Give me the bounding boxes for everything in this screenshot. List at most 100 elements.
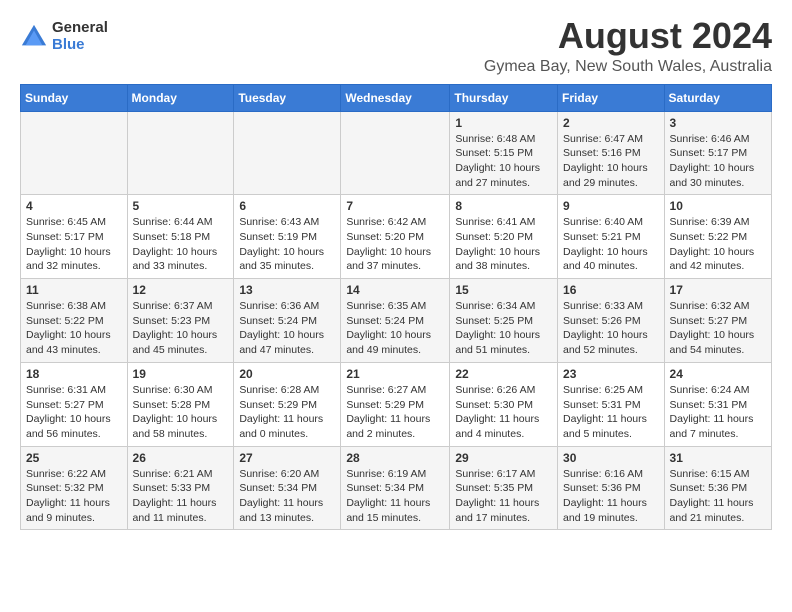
day-info: Sunrise: 6:35 AMSunset: 5:24 PMDaylight:… [346,299,444,358]
day-info: Sunrise: 6:45 AMSunset: 5:17 PMDaylight:… [26,215,122,274]
calendar-cell [21,111,128,195]
header-day-friday: Friday [558,84,665,111]
day-number: 6 [239,199,335,213]
calendar-cell: 2 Sunrise: 6:47 AMSunset: 5:16 PMDaylight… [558,111,665,195]
day-number: 11 [26,283,122,297]
header-day-thursday: Thursday [450,84,558,111]
day-info: Sunrise: 6:48 AMSunset: 5:15 PMDaylight:… [455,132,552,191]
day-number: 1 [455,116,552,130]
day-number: 8 [455,199,552,213]
day-info: Sunrise: 6:39 AMSunset: 5:22 PMDaylight:… [670,215,766,274]
calendar-cell: 10 Sunrise: 6:39 AMSunset: 5:22 PMDayligh… [664,195,771,279]
day-info: Sunrise: 6:26 AMSunset: 5:30 PMDaylight:… [455,383,552,442]
calendar-cell: 31 Sunrise: 6:15 AMSunset: 5:36 PMDayligh… [664,446,771,530]
header-day-saturday: Saturday [664,84,771,111]
day-number: 23 [563,367,659,381]
day-info: Sunrise: 6:21 AMSunset: 5:33 PMDaylight:… [133,467,229,526]
day-number: 2 [563,116,659,130]
calendar-cell: 28 Sunrise: 6:19 AMSunset: 5:34 PMDayligh… [341,446,450,530]
calendar-cell: 3Sunrise: 6:46 AMSunset: 5:17 PMDaylight… [664,111,771,195]
day-info: Sunrise: 6:16 AMSunset: 5:36 PMDaylight:… [563,467,659,526]
day-info: Sunrise: 6:33 AMSunset: 5:26 PMDaylight:… [563,299,659,358]
day-info: Sunrise: 6:42 AMSunset: 5:20 PMDaylight:… [346,215,444,274]
logo-blue-label: Blue [52,37,108,54]
calendar-subtitle: Gymea Bay, New South Wales, Australia [484,58,772,76]
day-number: 19 [133,367,229,381]
title-section: August 2024 Gymea Bay, New South Wales, … [484,16,772,76]
calendar-cell: 22 Sunrise: 6:26 AMSunset: 5:30 PMDayligh… [450,362,558,446]
day-number: 15 [455,283,552,297]
day-info: Sunrise: 6:36 AMSunset: 5:24 PMDaylight:… [239,299,335,358]
day-number: 17 [670,283,766,297]
calendar-cell: 24 Sunrise: 6:24 AMSunset: 5:31 PMDayligh… [664,362,771,446]
calendar-cell: 9 Sunrise: 6:40 AMSunset: 5:21 PMDaylight… [558,195,665,279]
calendar-cell: 17 Sunrise: 6:32 AMSunset: 5:27 PMDayligh… [664,279,771,363]
day-number: 9 [563,199,659,213]
day-info: Sunrise: 6:40 AMSunset: 5:21 PMDaylight:… [563,215,659,274]
day-info: Sunrise: 6:32 AMSunset: 5:27 PMDaylight:… [670,299,766,358]
calendar-cell: 6Sunrise: 6:43 AMSunset: 5:19 PMDaylight… [234,195,341,279]
day-number: 10 [670,199,766,213]
calendar-cell: 12 Sunrise: 6:37 AMSunset: 5:23 PMDayligh… [127,279,234,363]
day-number: 18 [26,367,122,381]
calendar-cell: 30 Sunrise: 6:16 AMSunset: 5:36 PMDayligh… [558,446,665,530]
day-number: 29 [455,451,552,465]
day-info: Sunrise: 6:15 AMSunset: 5:36 PMDaylight:… [670,467,766,526]
calendar-cell: 14 Sunrise: 6:35 AMSunset: 5:24 PMDayligh… [341,279,450,363]
day-info: Sunrise: 6:34 AMSunset: 5:25 PMDaylight:… [455,299,552,358]
day-info: Sunrise: 6:47 AMSunset: 5:16 PMDaylight:… [563,132,659,191]
calendar-cell: 8 Sunrise: 6:41 AMSunset: 5:20 PMDaylight… [450,195,558,279]
day-number: 25 [26,451,122,465]
calendar-cell: 18 Sunrise: 6:31 AMSunset: 5:27 PMDayligh… [21,362,128,446]
day-info: Sunrise: 6:37 AMSunset: 5:23 PMDaylight:… [133,299,229,358]
day-info: Sunrise: 6:38 AMSunset: 5:22 PMDaylight:… [26,299,122,358]
calendar-cell: 4Sunrise: 6:45 AMSunset: 5:17 PMDaylight… [21,195,128,279]
day-info: Sunrise: 6:20 AMSunset: 5:34 PMDaylight:… [239,467,335,526]
day-number: 14 [346,283,444,297]
header-day-sunday: Sunday [21,84,128,111]
calendar-cell [234,111,341,195]
day-number: 12 [133,283,229,297]
day-number: 31 [670,451,766,465]
calendar-cell: 7Sunrise: 6:42 AMSunset: 5:20 PMDaylight… [341,195,450,279]
header-day-tuesday: Tuesday [234,84,341,111]
logo-text: General Blue [52,20,108,53]
calendar-cell: 25 Sunrise: 6:22 AMSunset: 5:32 PMDayligh… [21,446,128,530]
week-row-5: 25 Sunrise: 6:22 AMSunset: 5:32 PMDayligh… [21,446,772,530]
day-number: 22 [455,367,552,381]
week-row-1: 1 Sunrise: 6:48 AMSunset: 5:15 PMDaylight… [21,111,772,195]
week-row-4: 18 Sunrise: 6:31 AMSunset: 5:27 PMDayligh… [21,362,772,446]
calendar-title: August 2024 [484,16,772,56]
logo-general-label: General [52,20,108,37]
calendar-cell: 15 Sunrise: 6:34 AMSunset: 5:25 PMDayligh… [450,279,558,363]
calendar-cell: 1 Sunrise: 6:48 AMSunset: 5:15 PMDaylight… [450,111,558,195]
day-info: Sunrise: 6:28 AMSunset: 5:29 PMDaylight:… [239,383,335,442]
logo: General Blue [20,20,108,53]
day-info: Sunrise: 6:22 AMSunset: 5:32 PMDaylight:… [26,467,122,526]
day-info: Sunrise: 6:31 AMSunset: 5:27 PMDaylight:… [26,383,122,442]
day-info: Sunrise: 6:30 AMSunset: 5:28 PMDaylight:… [133,383,229,442]
day-number: 24 [670,367,766,381]
calendar-cell: 26Sunrise: 6:21 AMSunset: 5:33 PMDayligh… [127,446,234,530]
day-number: 30 [563,451,659,465]
day-number: 13 [239,283,335,297]
calendar-cell: 27Sunrise: 6:20 AMSunset: 5:34 PMDayligh… [234,446,341,530]
calendar-cell: 23 Sunrise: 6:25 AMSunset: 5:31 PMDayligh… [558,362,665,446]
calendar-cell: 29Sunrise: 6:17 AMSunset: 5:35 PMDayligh… [450,446,558,530]
day-number: 5 [133,199,229,213]
day-number: 28 [346,451,444,465]
day-info: Sunrise: 6:44 AMSunset: 5:18 PMDaylight:… [133,215,229,274]
day-info: Sunrise: 6:19 AMSunset: 5:34 PMDaylight:… [346,467,444,526]
calendar-cell: 21 Sunrise: 6:27 AMSunset: 5:29 PMDayligh… [341,362,450,446]
day-info: Sunrise: 6:24 AMSunset: 5:31 PMDaylight:… [670,383,766,442]
header-day-monday: Monday [127,84,234,111]
day-info: Sunrise: 6:27 AMSunset: 5:29 PMDaylight:… [346,383,444,442]
logo-icon [20,23,48,51]
day-info: Sunrise: 6:25 AMSunset: 5:31 PMDaylight:… [563,383,659,442]
calendar-cell: 16Sunrise: 6:33 AMSunset: 5:26 PMDayligh… [558,279,665,363]
day-info: Sunrise: 6:41 AMSunset: 5:20 PMDaylight:… [455,215,552,274]
week-row-2: 4Sunrise: 6:45 AMSunset: 5:17 PMDaylight… [21,195,772,279]
day-number: 21 [346,367,444,381]
header-row: SundayMondayTuesdayWednesdayThursdayFrid… [21,84,772,111]
calendar-cell: 19 Sunrise: 6:30 AMSunset: 5:28 PMDayligh… [127,362,234,446]
